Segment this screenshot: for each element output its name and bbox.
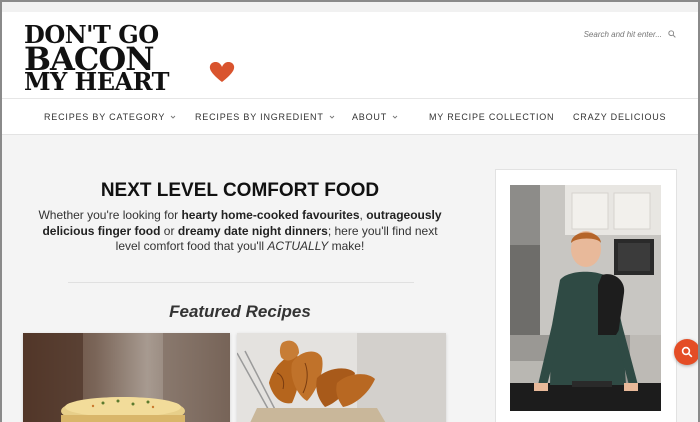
nav-item-label: RECIPES BY CATEGORY xyxy=(44,112,166,122)
nav-item-label: CRAZY DELICIOUS xyxy=(573,112,667,122)
chevron-down-icon xyxy=(170,115,176,119)
sidebar-about-widget xyxy=(495,169,677,422)
page: DON'T GO BACON MY HEART RECIPES BY CATEG… xyxy=(2,2,698,422)
main-nav: RECIPES BY CATEGORY RECIPES BY INGREDIEN… xyxy=(2,99,698,135)
search-input[interactable] xyxy=(572,29,662,39)
nav-item-label: RECIPES BY INGREDIENT xyxy=(195,112,324,122)
floating-search-button[interactable] xyxy=(674,339,698,365)
logo-line-3: MY HEART xyxy=(24,67,170,96)
featured-recipe-card[interactable] xyxy=(237,333,446,422)
site-logo[interactable]: DON'T GO BACON MY HEART xyxy=(24,20,235,96)
intro-text: Whether you're looking for hearty home-c… xyxy=(38,208,442,253)
nav-item-recipes-by-category[interactable]: RECIPES BY CATEGORY xyxy=(44,99,176,135)
author-photo xyxy=(510,185,661,411)
main-content: NEXT LEVEL COMFORT FOOD Whether you're l… xyxy=(2,136,698,422)
nav-item-my-recipe-collection[interactable]: MY RECIPE COLLECTION xyxy=(429,99,554,135)
featured-heading: Featured Recipes xyxy=(169,302,311,321)
header-search[interactable] xyxy=(566,26,676,42)
chevron-down-icon xyxy=(392,115,398,119)
featured-recipe-card[interactable] xyxy=(23,333,230,422)
recipe-image-potato-wedges xyxy=(237,333,446,422)
chevron-down-icon xyxy=(329,115,334,119)
section-divider xyxy=(68,282,414,283)
nav-item-crazy-delicious[interactable]: CRAZY DELICIOUS xyxy=(573,99,666,135)
intro-title: NEXT LEVEL COMFORT FOOD xyxy=(100,180,380,201)
site-header: DON'T GO BACON MY HEART xyxy=(2,2,698,99)
nav-item-about[interactable]: ABOUT xyxy=(352,99,398,135)
search-icon xyxy=(681,346,693,358)
recipe-image-casserole xyxy=(23,333,230,422)
nav-item-label: MY RECIPE COLLECTION xyxy=(429,112,555,122)
nav-item-recipes-by-ingredient[interactable]: RECIPES BY INGREDIENT xyxy=(195,99,335,135)
nav-item-label: ABOUT xyxy=(352,112,388,122)
search-icon[interactable] xyxy=(668,30,676,38)
top-strip xyxy=(2,2,698,12)
heart-icon xyxy=(209,62,235,82)
